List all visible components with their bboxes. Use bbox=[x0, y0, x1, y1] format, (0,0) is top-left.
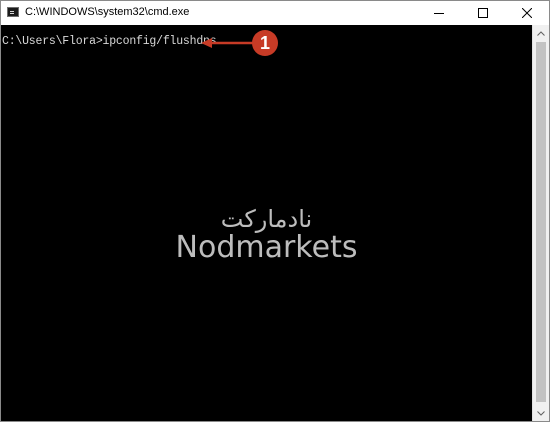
minimize-button[interactable] bbox=[417, 1, 461, 25]
maximize-button[interactable] bbox=[461, 1, 505, 25]
annotation-marker: 1 bbox=[252, 30, 278, 56]
watermark-persian: نادمارکت bbox=[220, 205, 313, 233]
chevron-down-icon bbox=[537, 410, 545, 416]
scroll-up-button[interactable] bbox=[533, 25, 549, 41]
close-button[interactable] bbox=[505, 1, 549, 25]
title-bar[interactable]: C:\WINDOWS\system32\cmd.exe bbox=[1, 1, 549, 25]
watermark-english: Nodmarkets bbox=[175, 230, 358, 265]
annotation-arrow bbox=[201, 38, 253, 48]
vertical-scrollbar[interactable] bbox=[532, 25, 549, 421]
command-prompt-line[interactable]: C:\Users\Flora>ipconfig/flushdns bbox=[2, 35, 217, 48]
window-title: C:\WINDOWS\system32\cmd.exe bbox=[25, 6, 190, 18]
close-icon bbox=[522, 8, 532, 18]
scroll-down-button[interactable] bbox=[533, 405, 549, 421]
maximize-icon bbox=[478, 8, 488, 18]
chevron-up-icon bbox=[537, 30, 545, 36]
console-output[interactable]: C:\Users\Flora>ipconfig/flushdns 1 نادما… bbox=[1, 25, 532, 421]
cmd-window: C:\WINDOWS\system32\cmd.exe C:\Users\Flo… bbox=[0, 0, 550, 422]
cmd-icon[interactable] bbox=[7, 7, 19, 17]
window-controls bbox=[417, 1, 549, 25]
scroll-thumb[interactable] bbox=[536, 42, 546, 402]
minimize-icon bbox=[434, 13, 444, 14]
